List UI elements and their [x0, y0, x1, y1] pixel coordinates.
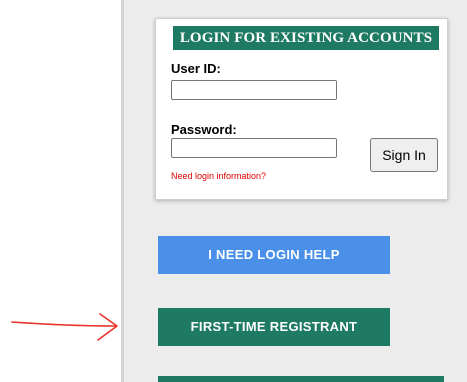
- password-label: Password:: [171, 122, 237, 137]
- sign-in-button[interactable]: Sign In: [370, 138, 438, 172]
- user-id-label: User ID:: [171, 61, 221, 76]
- hand-drawn-arrow-icon: [11, 313, 118, 341]
- login-header: LOGIN FOR EXISTING ACCOUNTS: [173, 26, 439, 50]
- login-box: LOGIN FOR EXISTING ACCOUNTS User ID: Pas…: [155, 18, 448, 200]
- login-help-button[interactable]: I NEED LOGIN HELP: [158, 236, 390, 274]
- first-time-registrant-button[interactable]: FIRST-TIME REGISTRANT: [158, 308, 390, 346]
- user-id-input[interactable]: [171, 80, 337, 100]
- password-input[interactable]: [171, 138, 337, 158]
- need-login-info-link[interactable]: Need login information?: [171, 171, 266, 181]
- partial-button[interactable]: [158, 376, 444, 382]
